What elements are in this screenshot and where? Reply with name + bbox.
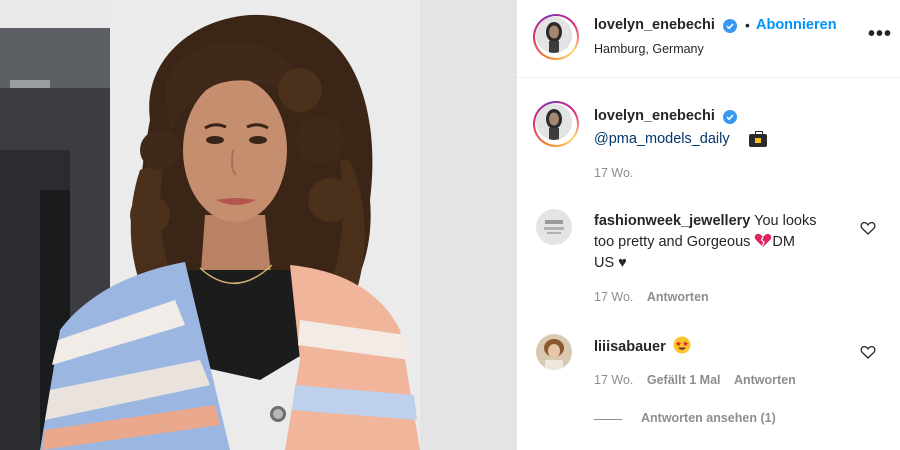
comment-body: fashionweek_jewellery You looks too pret…: [594, 211, 854, 274]
caption-verified-badge-icon: [723, 110, 737, 124]
caption-author-avatar[interactable]: [533, 101, 579, 147]
comment-text-part3: DM: [772, 234, 795, 250]
post-location[interactable]: Hamburg, Germany: [594, 42, 704, 56]
comment-username[interactable]: fashionweek_jewellery: [594, 213, 750, 229]
caption-timestamp[interactable]: 17 Wo.: [594, 166, 633, 180]
comment-meta-2: 17 Wo. Gefällt 1 Mal Antworten: [594, 373, 796, 387]
comment-avatar-fashionweek[interactable]: [536, 209, 572, 245]
star-struck-emoji-icon: [673, 336, 691, 354]
likes-count[interactable]: Gefällt 1 Mal: [647, 373, 721, 387]
author-username[interactable]: lovelyn_enebechi: [594, 17, 715, 33]
comment-username-2[interactable]: liiisabauer: [594, 339, 666, 355]
author-avatar-image: [536, 17, 572, 53]
fashionweek-logo-icon: [536, 209, 572, 245]
comment-timestamp[interactable]: 17 Wo.: [594, 290, 633, 304]
separator-dot: •: [745, 17, 750, 33]
briefcase-emoji-icon: [749, 131, 767, 147]
reply-button-2[interactable]: Antworten: [734, 373, 796, 387]
caption-avatar-image: [536, 104, 572, 140]
more-options-icon[interactable]: •••: [868, 23, 892, 46]
liiisabauer-avatar-image: [536, 334, 572, 370]
follow-button[interactable]: Abonnieren: [756, 17, 837, 33]
verified-badge-icon: [723, 19, 737, 33]
comment-text-part2: too pretty and Gorgeous: [594, 234, 755, 250]
view-replies-button[interactable]: Antworten ansehen (1): [641, 411, 776, 425]
comment-text-part1: You looks: [750, 213, 817, 229]
post-header: lovelyn_enebechi • Abonnieren Hamburg, G…: [517, 0, 900, 78]
broken-heart-emoji-icon: [755, 233, 772, 247]
like-comment-heart-icon[interactable]: [860, 220, 876, 236]
caption-username[interactable]: lovelyn_enebechi: [594, 108, 715, 124]
reply-button[interactable]: Antworten: [647, 290, 709, 304]
comment-timestamp-2[interactable]: 17 Wo.: [594, 373, 633, 387]
post-sidebar: lovelyn_enebechi • Abonnieren Hamburg, G…: [517, 0, 900, 450]
view-replies-divider: [594, 419, 622, 420]
portrait-image: [0, 0, 517, 450]
comment-meta-1: 17 Wo. Antworten: [594, 290, 709, 304]
like-comment-heart-icon-2[interactable]: [860, 344, 876, 360]
comment-body-2: liiisabauer: [594, 336, 691, 358]
caption-mention-link[interactable]: @pma_models_daily: [594, 131, 730, 147]
post-photo: [0, 0, 517, 450]
comment-text-part4: US ♥: [594, 255, 627, 271]
author-avatar[interactable]: [533, 14, 579, 60]
comment-avatar-liiisabauer[interactable]: [536, 334, 572, 370]
